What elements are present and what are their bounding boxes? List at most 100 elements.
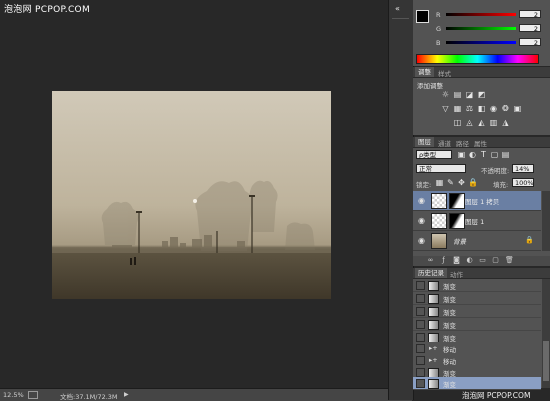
gradient-tool-icon (428, 294, 439, 304)
lock-position-icon[interactable]: ✥ (457, 178, 466, 187)
bw-icon[interactable]: ◧ (477, 104, 486, 113)
photo-filter-icon[interactable]: ◉ (489, 104, 498, 113)
tab-adjustments[interactable]: 调整 (415, 67, 434, 77)
history-snapshot-checkbox[interactable] (416, 368, 425, 377)
foreground-color-swatch[interactable] (416, 10, 429, 23)
history-scrollbar[interactable] (542, 279, 550, 388)
filter-adjust-icon[interactable]: ◐ (468, 150, 477, 159)
history-snapshot-checkbox[interactable] (416, 344, 425, 353)
channel-mixer-icon[interactable]: ❂ (501, 104, 510, 113)
lock-all-icon[interactable]: 🔒 (468, 178, 478, 187)
channel-r-slider[interactable] (446, 13, 516, 16)
levels-icon[interactable]: ▤ (453, 90, 462, 99)
delete-layer-icon[interactable]: 🗑 (505, 257, 514, 264)
gradient-tool-icon (428, 307, 439, 317)
lock-pixels-icon[interactable]: ▦ (435, 178, 444, 187)
add-mask-icon[interactable]: ◙ (453, 257, 460, 264)
photo-scene (52, 91, 331, 299)
layer-mask-thumbnail[interactable] (449, 213, 465, 229)
history-snapshot-checkbox[interactable] (416, 294, 425, 303)
add-adjustment-title: 添加调整 (417, 82, 443, 90)
gradient-map-icon[interactable]: ▥ (489, 118, 498, 127)
history-item-current[interactable]: 渐变 (413, 377, 541, 390)
filter-smart-icon[interactable]: ▤ (501, 150, 510, 159)
history-snapshot-checkbox[interactable] (416, 379, 425, 388)
history-item[interactable]: 渐变 (413, 305, 541, 318)
history-item[interactable]: 渐变 (413, 318, 541, 331)
filter-shape-icon[interactable]: ▢ (490, 150, 499, 159)
tab-channels[interactable]: 通道 (435, 138, 454, 148)
history-snapshot-checkbox[interactable] (416, 320, 425, 329)
fill-field[interactable]: 100% (512, 178, 534, 187)
layer-name[interactable]: 背景 (453, 236, 466, 246)
color-lookup-icon[interactable]: ▣ (513, 104, 522, 113)
color-balance-icon[interactable]: ⚖ (465, 104, 474, 113)
history-scroll-thumb[interactable] (543, 341, 549, 381)
layer-row[interactable]: ◉ 背景 🔒 (413, 231, 541, 251)
dock-arrows-icon[interactable]: « (393, 4, 402, 13)
history-snapshot-checkbox[interactable] (416, 307, 425, 316)
tab-layers[interactable]: 图层 (415, 137, 434, 147)
filter-type-icon[interactable]: T (479, 150, 488, 159)
history-snapshot-checkbox[interactable] (416, 356, 425, 365)
threshold-icon[interactable]: ◭ (477, 118, 486, 127)
new-group-icon[interactable]: ▭ (479, 257, 486, 264)
status-arrow-icon[interactable]: ▶ (124, 391, 129, 398)
zoom-preview-icon (28, 391, 38, 399)
tab-properties[interactable]: 属性 (471, 138, 490, 148)
lock-label: 锁定: (416, 181, 432, 189)
adjustments-panel: 调整 样式 添加调整 ☼ ▤ ◪ ◩ ▽ ▦ ⚖ ◧ ◉ ❂ ▣ ◫ ◬ ◭ ▥… (413, 67, 550, 135)
posterize-icon[interactable]: ◬ (465, 118, 474, 127)
layers-scrollbar[interactable] (542, 191, 550, 251)
layer-name[interactable]: 图层 1 (465, 216, 484, 226)
lock-image-icon[interactable]: ✎ (446, 178, 455, 187)
tab-actions[interactable]: 动作 (447, 269, 466, 279)
document-image[interactable] (52, 91, 331, 299)
channel-g-slider[interactable] (446, 27, 516, 30)
layer-style-icon[interactable]: ƒ (440, 257, 447, 264)
layer-thumbnail (431, 233, 447, 249)
tab-history[interactable]: 历史记录 (415, 268, 447, 278)
tab-paths[interactable]: 路径 (453, 138, 472, 148)
zoom-level[interactable]: 12.5% (3, 391, 24, 399)
move-tool-icon: ▸+ (429, 344, 438, 352)
vibrance-icon[interactable]: ▽ (441, 104, 450, 113)
gradient-tool-icon (428, 320, 439, 330)
layer-row[interactable]: ◉ 图层 1 拷贝 (413, 191, 541, 211)
visibility-eye-icon[interactable]: ◉ (417, 236, 426, 245)
channel-b-value[interactable]: 2 (519, 38, 541, 47)
new-layer-icon[interactable]: ▢ (492, 257, 499, 264)
visibility-eye-icon[interactable]: ◉ (417, 196, 426, 205)
opacity-field[interactable]: 14% (512, 164, 534, 173)
channel-g-label: G (436, 25, 442, 33)
history-item[interactable]: 渐变 (413, 292, 541, 305)
selective-color-icon[interactable]: ◮ (501, 118, 510, 127)
channel-b-slider[interactable] (446, 41, 516, 44)
tab-styles[interactable]: 样式 (435, 68, 454, 78)
panel-dock-strip: « (388, 0, 414, 400)
history-snapshot-checkbox[interactable] (416, 333, 425, 342)
invert-icon[interactable]: ◫ (453, 118, 462, 127)
new-fill-layer-icon[interactable]: ◐ (466, 257, 473, 264)
hue-sat-icon[interactable]: ▦ (453, 104, 462, 113)
layer-name[interactable]: 图层 1 拷贝 (465, 196, 499, 206)
layer-filter-select[interactable]: ρ类型 (416, 150, 452, 159)
link-layers-icon[interactable]: ∞ (427, 257, 434, 264)
channel-r-label: R (436, 11, 441, 19)
history-snapshot-checkbox[interactable] (416, 281, 425, 290)
layer-row[interactable]: ◉ 图层 1 (413, 211, 541, 231)
color-spectrum-bar[interactable] (416, 54, 539, 64)
lock-icon: 🔒 (525, 236, 534, 244)
visibility-eye-icon[interactable]: ◉ (417, 216, 426, 225)
channel-r-value[interactable]: 2 (519, 10, 541, 19)
color-panel: R 2 G 2 B 2 (413, 0, 550, 66)
filter-pixel-icon[interactable]: ▣ (457, 150, 466, 159)
blend-mode-select[interactable]: 正常 (416, 164, 466, 173)
curves-icon[interactable]: ◪ (465, 90, 474, 99)
history-item-label: 渐变 (443, 309, 456, 317)
exposure-icon[interactable]: ◩ (477, 90, 486, 99)
brightness-icon[interactable]: ☼ (441, 90, 450, 99)
layer-mask-thumbnail[interactable] (449, 193, 465, 209)
channel-g-value[interactable]: 2 (519, 24, 541, 33)
history-item[interactable]: 渐变 (413, 279, 541, 292)
